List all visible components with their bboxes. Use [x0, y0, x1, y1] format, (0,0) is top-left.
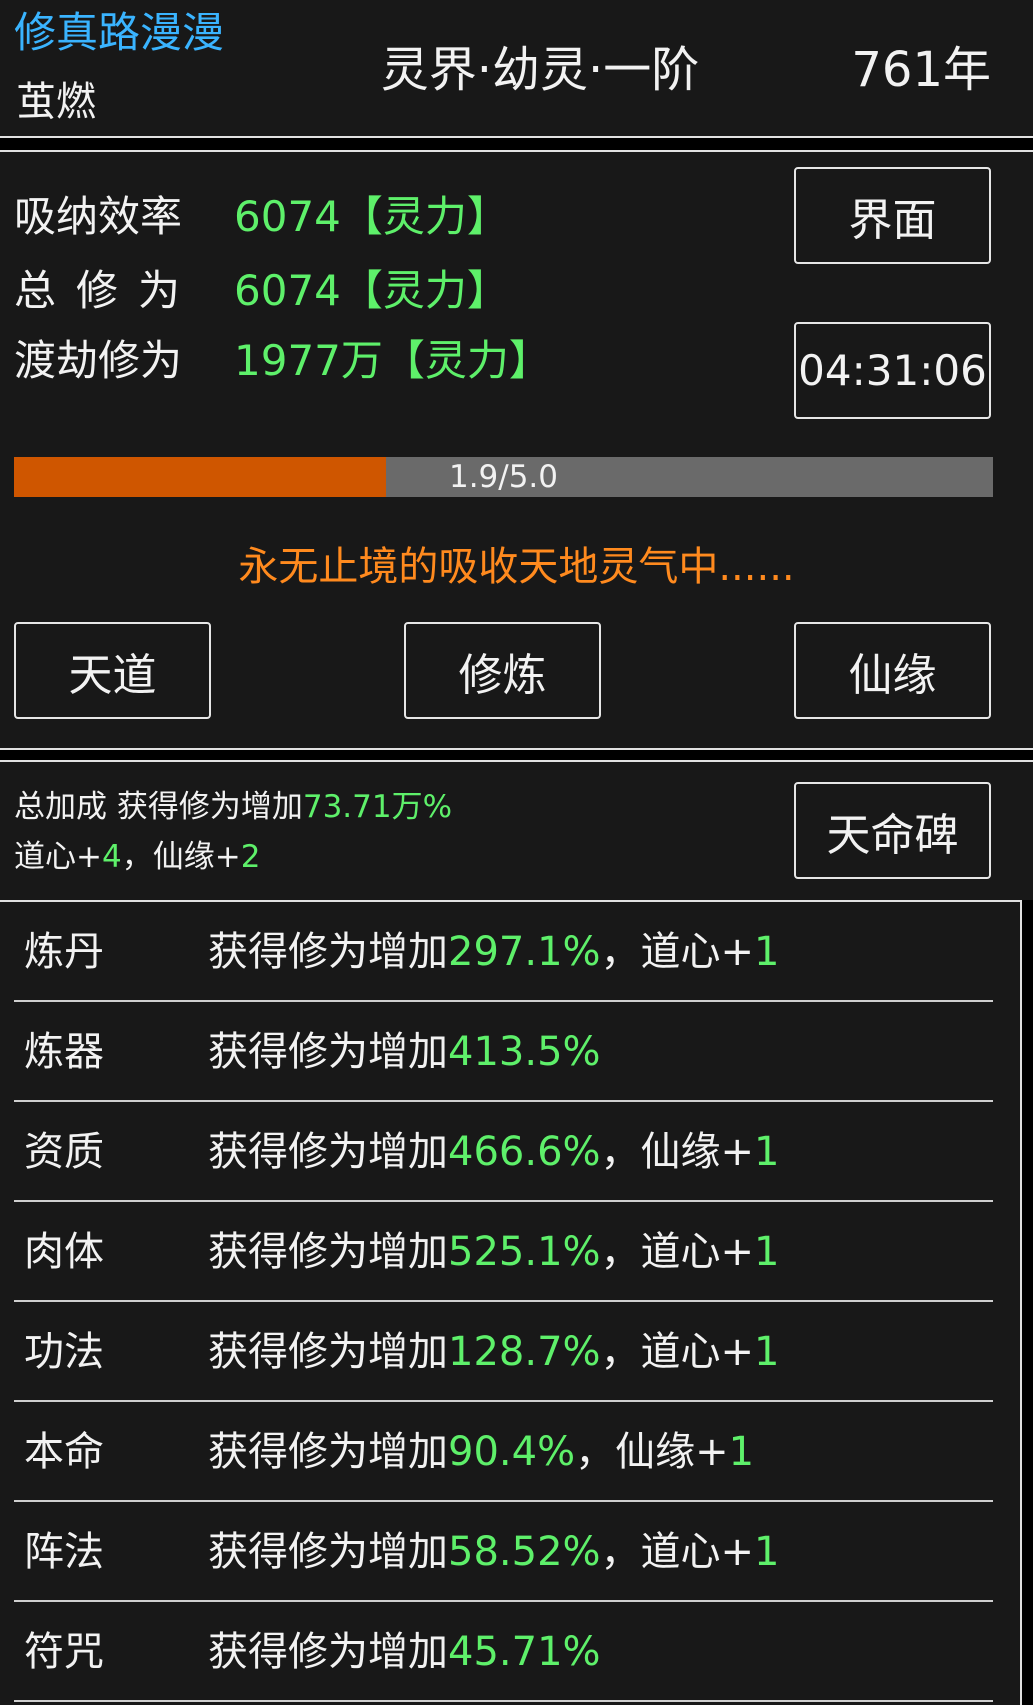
realm-label: 灵界·幼灵·一阶 [380, 42, 700, 98]
tianmingbei-button[interactable]: 天命碑 [794, 782, 991, 879]
skill-name: 炼器 [24, 1029, 104, 1075]
skill-extra-label: ，道心+ [600, 1229, 755, 1275]
timer-button[interactable]: 04:31:06 [794, 322, 991, 419]
skill-name: 肉体 [24, 1229, 104, 1275]
total-bonus-value: 73.71万% [302, 789, 453, 825]
skill-effect-prefix: 获得修为增加 [208, 1529, 448, 1575]
skill-bonus-list: 炼丹 获得修为增加297.1%，道心+1 炼器 获得修为增加413.5% 资质 获得修为增… [0, 900, 1022, 1705]
xianyuan-button[interactable]: 仙缘 [794, 622, 991, 719]
skill-name: 符咒 [24, 1629, 104, 1675]
total-bonus-line: 总加成 获得修为增加73.71万% [14, 792, 452, 823]
skill-effect: 获得修为增加297.1%，道心+1 [208, 932, 780, 972]
skill-effect: 获得修为增加466.6%，仙缘+1 [208, 1132, 780, 1172]
skill-effect-prefix: 获得修为增加 [208, 929, 448, 975]
skill-effect: 获得修为增加45.71% [208, 1632, 601, 1672]
daoxin-value: 4 [101, 839, 122, 875]
skill-name: 资质 [24, 1129, 104, 1175]
skill-row[interactable]: 炼器 获得修为增加413.5% [14, 1002, 993, 1102]
skill-extra-value: 1 [754, 929, 780, 975]
game-title: 修真路漫漫 [14, 8, 225, 57]
player-name: 茧燃 [16, 79, 96, 125]
skill-effect: 获得修为增加413.5% [208, 1032, 601, 1072]
skill-name: 阵法 [24, 1529, 104, 1575]
attribute-bonus-line: 道心+4，仙缘+2 [14, 842, 260, 873]
skill-percent: 413.5% [448, 1029, 601, 1075]
daoxin-label: 道心+ [14, 839, 102, 875]
bonus-summary-panel: 总加成 获得修为增加73.71万% 道心+4，仙缘+2 天命碑 [0, 760, 1033, 900]
skill-extra-label: ，道心+ [600, 1529, 755, 1575]
interface-button[interactable]: 界面 [794, 167, 991, 264]
xianyuan-value: 2 [240, 839, 261, 875]
skill-extra-value: 1 [728, 1429, 755, 1475]
skill-effect: 获得修为增加58.52%，道心+1 [208, 1532, 780, 1572]
top-header: 修真路漫漫 茧燃 灵界·幼灵·一阶 761年 [0, 0, 1033, 138]
status-message: 永无止境的吸收天地灵气中...... [238, 544, 795, 590]
skill-row[interactable]: 阵法 获得修为增加58.52%，道心+1 [14, 1502, 993, 1602]
skill-extra-label: ，仙缘+ [600, 1129, 755, 1175]
cultivation-progress-bar: 1.9/5.0 [14, 457, 993, 497]
age-label: 761年 [851, 42, 991, 98]
skill-row[interactable]: 炼丹 获得修为增加297.1%，道心+1 [14, 902, 993, 1002]
skill-effect-prefix: 获得修为增加 [208, 1429, 448, 1475]
skill-effect-prefix: 获得修为增加 [208, 1329, 448, 1375]
tiandao-button[interactable]: 天道 [14, 622, 211, 719]
absorb-rate-value: 6074【灵力】 [234, 192, 509, 241]
skill-extra-value: 1 [754, 1329, 780, 1375]
total-cultivation-value: 6074【灵力】 [234, 266, 509, 315]
skill-effect: 获得修为增加90.4%，仙缘+1 [208, 1432, 754, 1472]
skill-extra-value: 1 [754, 1129, 780, 1175]
skill-name: 本命 [24, 1429, 104, 1475]
skill-extra-label: ，仙缘+ [575, 1429, 729, 1475]
skill-row[interactable]: 符咒 获得修为增加45.71% [14, 1602, 993, 1702]
skill-name: 功法 [24, 1329, 104, 1375]
skill-row[interactable]: 本命 获得修为增加90.4%，仙缘+1 [14, 1402, 993, 1502]
skill-effect-prefix: 获得修为增加 [208, 1129, 448, 1175]
tribulation-label: 渡劫修为 [14, 336, 183, 385]
skill-row[interactable]: 资质 获得修为增加466.6%，仙缘+1 [14, 1102, 993, 1202]
total-bonus-prefix: 总加成 获得修为增加 [14, 789, 303, 825]
skill-effect-prefix: 获得修为增加 [208, 1029, 448, 1075]
skill-effect-prefix: 获得修为增加 [208, 1629, 448, 1675]
skill-extra-label: ，道心+ [600, 1329, 755, 1375]
xianyuan-label: ，仙缘+ [121, 839, 241, 875]
progress-text: 1.9/5.0 [448, 459, 559, 495]
skill-percent: 128.7% [448, 1329, 601, 1375]
skill-extra-value: 1 [754, 1529, 780, 1575]
skill-percent: 58.52% [448, 1529, 601, 1575]
total-cultivation-label: 总修为 [14, 266, 201, 315]
skill-extra-value: 1 [754, 1229, 780, 1275]
skill-percent: 90.4% [448, 1429, 576, 1475]
absorb-rate-label: 吸纳效率 [14, 192, 183, 241]
skill-effect-prefix: 获得修为增加 [208, 1229, 448, 1275]
skill-percent: 466.6% [448, 1129, 601, 1175]
cultivate-button[interactable]: 修炼 [404, 622, 601, 719]
skill-effect: 获得修为增加525.1%，道心+1 [208, 1232, 780, 1272]
skill-extra-label: ，道心+ [600, 929, 755, 975]
skill-name: 炼丹 [24, 929, 104, 975]
skill-percent: 297.1% [448, 929, 601, 975]
skill-percent: 45.71% [448, 1629, 601, 1675]
skill-percent: 525.1% [448, 1229, 601, 1275]
cultivation-panel: 吸纳效率 6074【灵力】 总修为 6074【灵力】 渡劫修为 1977万【灵力… [0, 150, 1033, 750]
tribulation-value: 1977万【灵力】 [234, 336, 551, 385]
skill-row[interactable]: 功法 获得修为增加128.7%，道心+1 [14, 1302, 993, 1402]
skill-row[interactable]: 肉体 获得修为增加525.1%，道心+1 [14, 1202, 993, 1302]
skill-effect: 获得修为增加128.7%，道心+1 [208, 1332, 780, 1372]
